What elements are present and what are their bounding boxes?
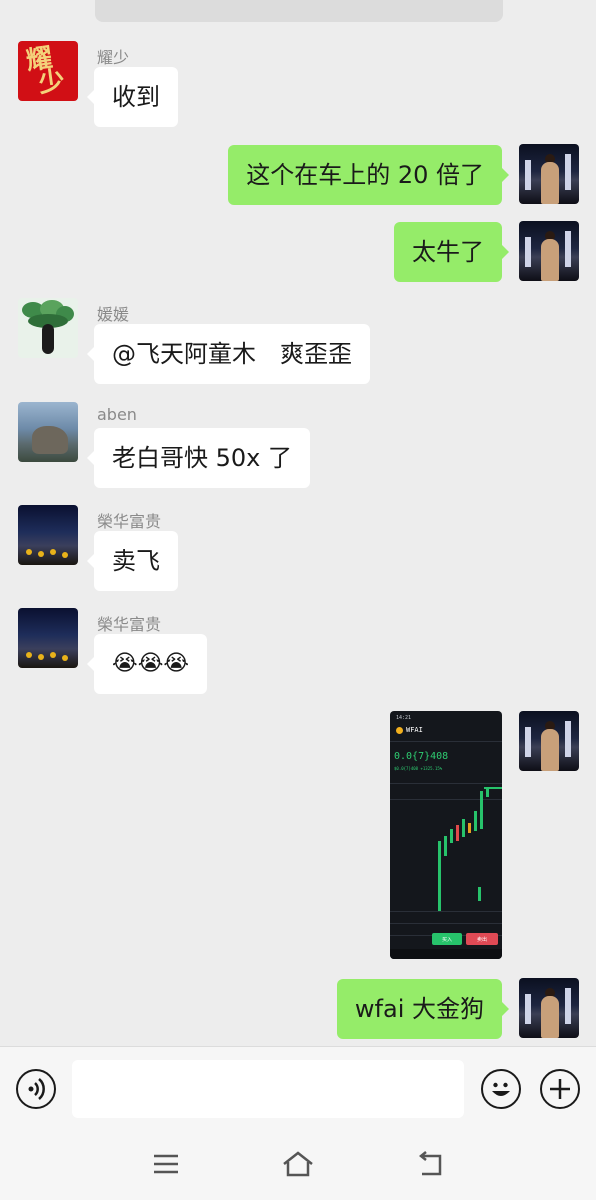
message-bubble[interactable]: 收到	[87, 67, 178, 127]
message-bubble[interactable]: 卖飞	[87, 531, 178, 591]
plus-icon[interactable]	[540, 1069, 580, 1109]
avatar-self[interactable]	[519, 978, 579, 1038]
message-input[interactable]	[72, 1060, 464, 1118]
emoji-icon[interactable]	[481, 1069, 521, 1109]
back-icon[interactable]	[416, 1150, 446, 1178]
avatar-self[interactable]	[519, 221, 579, 281]
voice-icon[interactable]	[16, 1069, 56, 1109]
screenshot-token: WFAI	[406, 726, 423, 734]
avatar-yuanyuan[interactable]	[18, 298, 78, 358]
message-bubble-self[interactable]: wfai 大金狗	[336, 979, 510, 1039]
home-icon[interactable]	[281, 1150, 315, 1178]
chat-input-bar	[0, 1046, 596, 1132]
sender-name: 榮华富贵	[97, 615, 162, 634]
screenshot-price: 0.0{7}408	[394, 751, 449, 762]
avatar-ronghuafugui[interactable]	[18, 608, 78, 668]
message-bubble-self[interactable]: 太牛了	[394, 222, 509, 282]
menu-icon[interactable]	[152, 1152, 180, 1176]
message-bubble-self[interactable]: 这个在车上的 20 倍了	[228, 145, 509, 205]
screenshot-nav	[390, 949, 502, 959]
message-bubble-emoji[interactable]: 😭😭😭	[86, 634, 208, 694]
avatar-self[interactable]	[519, 711, 579, 771]
previous-message-edge	[95, 0, 503, 22]
screenshot-subprice: $0.0{7}408 +1325.15%	[394, 766, 443, 771]
system-navigation-bar	[0, 1132, 596, 1200]
shared-screenshot-image[interactable]: 14:21 WFAI 0.0{7}408 $0.0{7}408 +1325.15…	[390, 711, 502, 959]
token-logo	[396, 727, 403, 734]
screenshot-buy-label: 买入	[442, 937, 453, 943]
avatar-yaoshao[interactable]: 耀 少	[18, 41, 78, 101]
avatar-ronghuafugui[interactable]	[18, 505, 78, 565]
message-bubble[interactable]: 老白哥快 50x 了	[87, 428, 310, 488]
avatar-aben[interactable]	[18, 402, 78, 462]
message-bubble[interactable]: @飞天阿童木 爽歪歪	[87, 324, 370, 384]
avatar-self[interactable]	[519, 144, 579, 204]
screenshot-time: 14:21	[396, 715, 412, 721]
sender-name: 媛媛	[97, 305, 130, 324]
screenshot-sell-label: 卖出	[477, 937, 488, 943]
sender-name: aben	[97, 405, 137, 424]
sender-name: 耀少	[97, 48, 130, 67]
sender-name: 榮华富贵	[97, 512, 162, 531]
